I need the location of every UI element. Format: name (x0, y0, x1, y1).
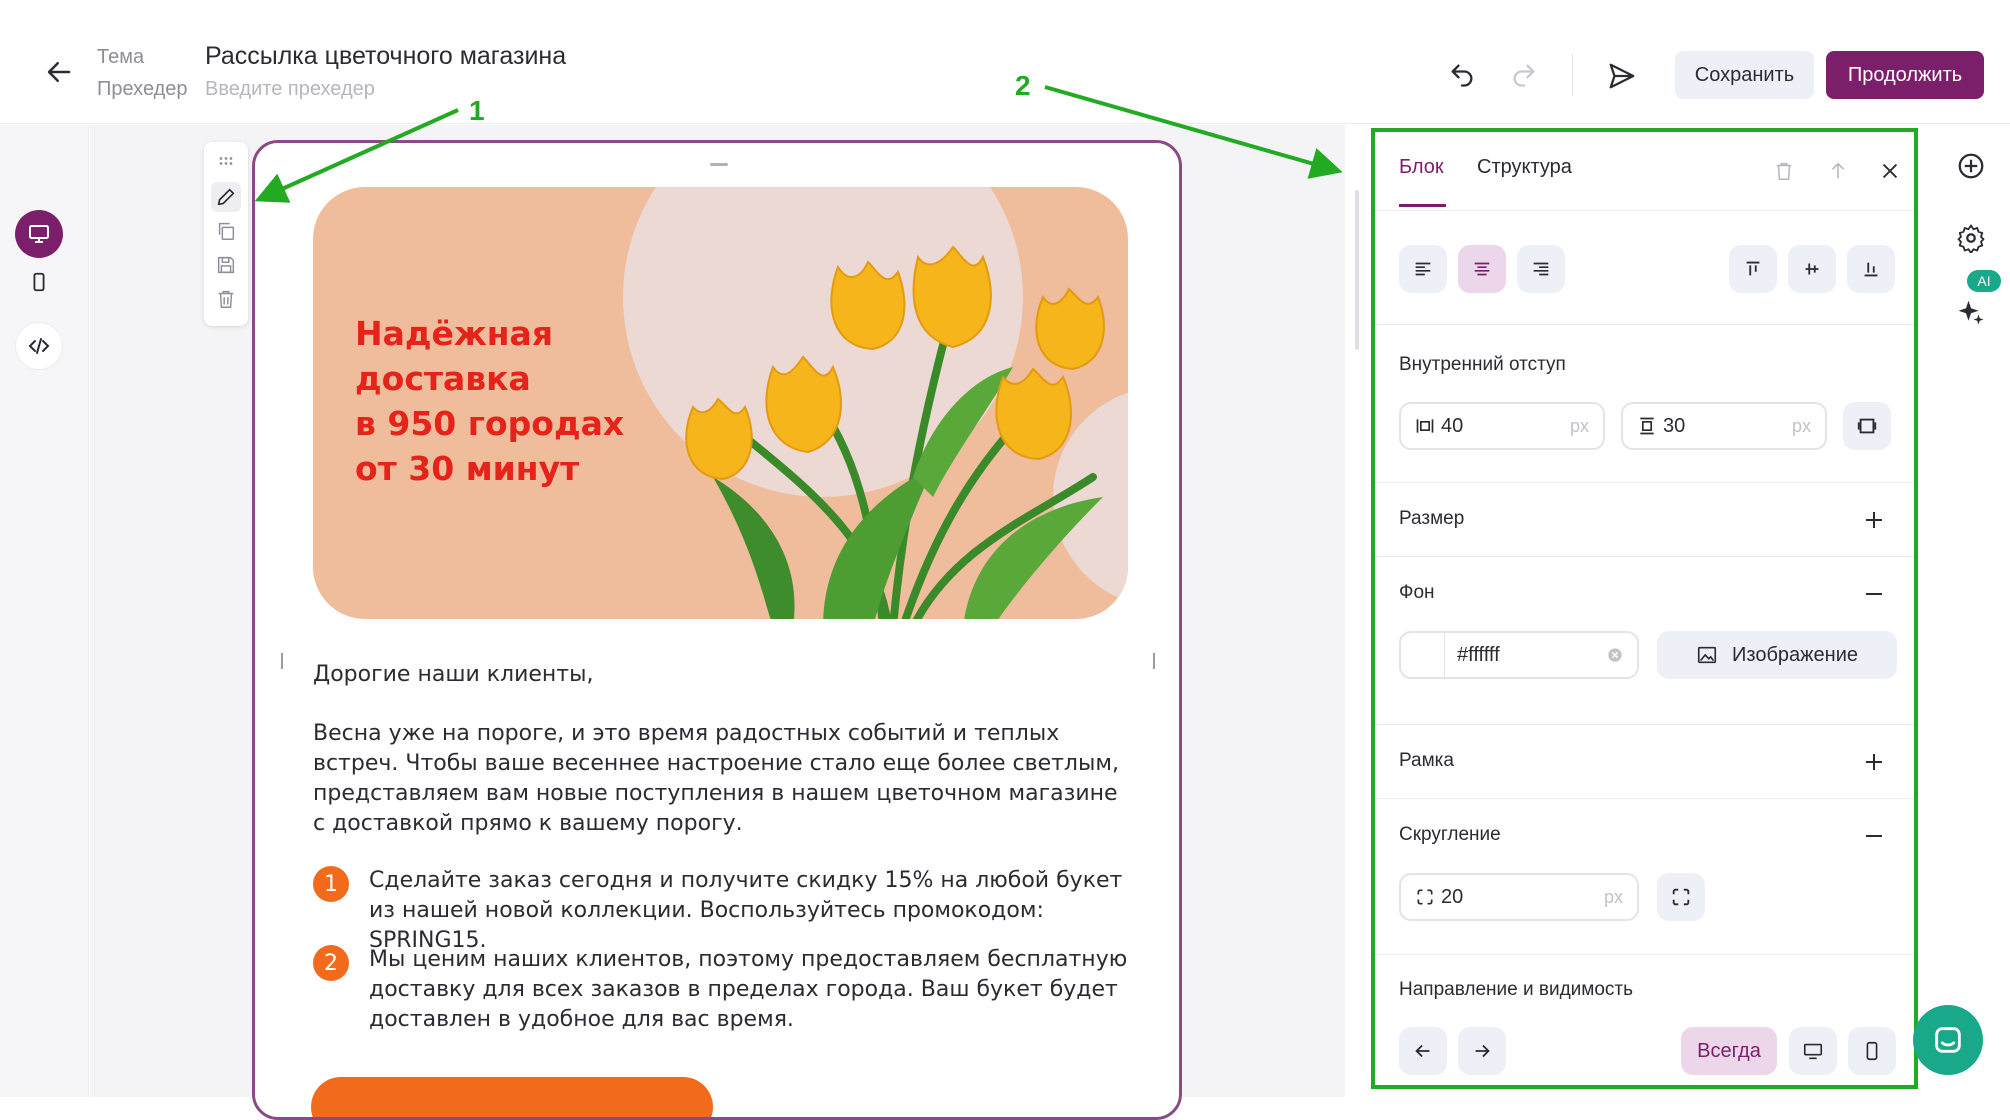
border-title[interactable]: Рамка (1399, 750, 1454, 772)
ai-badge: AI (1967, 270, 2001, 292)
close-icon[interactable] (1875, 156, 1905, 186)
padding-h-value: 40 (1441, 414, 1464, 437)
radius-value: 20 (1441, 885, 1464, 908)
radius-minus-icon[interactable] (1862, 824, 1886, 848)
divider (1375, 324, 1914, 325)
add-block-icon[interactable] (1953, 148, 1989, 184)
arrow-left-icon[interactable] (1399, 1027, 1447, 1075)
annotation-label-2: 2 (1015, 70, 1031, 101)
color-swatch[interactable] (1401, 633, 1445, 677)
tab-block[interactable]: Блок (1399, 156, 1444, 179)
divider (1375, 954, 1914, 955)
align-right-icon[interactable] (1517, 245, 1565, 293)
unit-label: px (1603, 886, 1623, 907)
block-settings-panel: Блок Структура Внутренний отступ 40 px 3… (1371, 128, 1918, 1089)
background-color-input[interactable]: #ffffff (1399, 631, 1639, 679)
size-title[interactable]: Размер (1399, 508, 1464, 530)
padding-individual-icon[interactable] (1843, 402, 1891, 450)
gear-icon[interactable] (1953, 220, 1989, 256)
ai-sparkle-icon[interactable] (1953, 294, 1989, 330)
radius-title[interactable]: Скругление (1399, 824, 1501, 846)
divider (1375, 482, 1914, 483)
active-tab-indicator (1399, 204, 1446, 207)
desktop-visibility-icon[interactable] (1789, 1027, 1837, 1075)
radius-input[interactable]: 20 px (1399, 873, 1639, 921)
bg-color-value: #ffffff (1457, 643, 1500, 666)
valign-bottom-icon[interactable] (1847, 245, 1895, 293)
unit-label: px (1569, 415, 1589, 436)
tabs-divider (1375, 210, 1914, 211)
valign-top-icon[interactable] (1729, 245, 1777, 293)
padding-title: Внутренний отступ (1399, 354, 1566, 375)
mobile-visibility-icon[interactable] (1848, 1027, 1896, 1075)
align-center-icon[interactable] (1458, 245, 1506, 293)
image-icon (1696, 644, 1718, 666)
padding-h-icon (1415, 416, 1435, 436)
radius-individual-icon[interactable] (1657, 873, 1705, 921)
divider (1375, 556, 1914, 557)
background-minus-icon[interactable] (1862, 582, 1886, 606)
annotation-label-1: 1 (469, 95, 485, 126)
valign-middle-icon[interactable] (1788, 245, 1836, 293)
background-image-button[interactable]: Изображение (1657, 631, 1897, 679)
direction-title: Направление и видимость (1399, 979, 1634, 1000)
visibility-always-button[interactable]: Всегда (1681, 1027, 1777, 1075)
size-plus-icon[interactable] (1862, 508, 1886, 532)
divider (1375, 798, 1914, 799)
tab-structure[interactable]: Структура (1477, 156, 1572, 179)
arrow-right-icon[interactable] (1458, 1027, 1506, 1075)
divider (1375, 724, 1914, 725)
trash-icon[interactable] (1769, 156, 1799, 186)
image-button-label: Изображение (1732, 643, 1858, 666)
padding-horizontal-input[interactable]: 40 px (1399, 402, 1605, 450)
background-title[interactable]: Фон (1399, 582, 1435, 604)
align-left-icon[interactable] (1399, 245, 1447, 293)
move-up-icon[interactable] (1823, 156, 1853, 186)
border-plus-icon[interactable] (1862, 750, 1886, 774)
clear-color-icon[interactable] (1605, 645, 1625, 665)
padding-v-value: 30 (1663, 414, 1686, 437)
padding-vertical-input[interactable]: 30 px (1621, 402, 1827, 450)
unit-label: px (1791, 415, 1811, 436)
padding-v-icon (1637, 416, 1657, 436)
chat-support-icon[interactable] (1913, 1005, 1983, 1075)
radius-icon (1415, 887, 1435, 907)
